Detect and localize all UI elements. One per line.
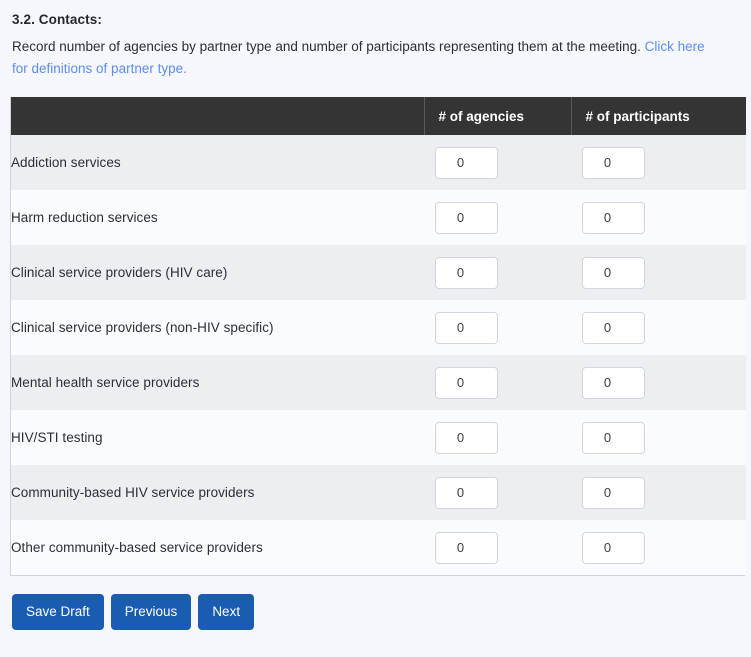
column-header-participants: # of participants bbox=[571, 97, 746, 135]
participants-input[interactable] bbox=[582, 531, 645, 564]
agencies-input[interactable] bbox=[435, 476, 498, 509]
row-label: Other community-based service providers bbox=[11, 540, 263, 555]
agencies-cell bbox=[424, 245, 571, 300]
participants-cell bbox=[571, 355, 746, 410]
form-page: 3.2. Contacts: Record number of agencies… bbox=[0, 0, 751, 657]
agencies-cell bbox=[424, 520, 571, 575]
participants-cell bbox=[571, 410, 746, 465]
agencies-input[interactable] bbox=[435, 421, 498, 454]
column-header-partner-type bbox=[11, 97, 425, 135]
participants-input[interactable] bbox=[582, 421, 645, 454]
agencies-input[interactable] bbox=[435, 531, 498, 564]
table-row: Harm reduction services bbox=[11, 190, 746, 245]
next-button[interactable]: Next bbox=[198, 594, 255, 630]
agencies-input[interactable] bbox=[435, 256, 498, 289]
agencies-input[interactable] bbox=[435, 366, 498, 399]
contacts-table: # of agencies # of participants Addictio… bbox=[11, 97, 746, 575]
save-draft-button[interactable]: Save Draft bbox=[12, 594, 104, 630]
agencies-input[interactable] bbox=[435, 146, 498, 179]
agencies-cell bbox=[424, 135, 571, 190]
participants-input[interactable] bbox=[582, 256, 645, 289]
table-row: Other community-based service providers bbox=[11, 520, 746, 575]
participants-cell bbox=[571, 190, 746, 245]
description-text: Record number of agencies by partner typ… bbox=[12, 39, 645, 54]
participants-cell bbox=[571, 300, 746, 355]
agencies-input[interactable] bbox=[435, 311, 498, 344]
row-label: Clinical service providers (non-HIV spec… bbox=[11, 320, 274, 335]
row-label: Harm reduction services bbox=[11, 210, 158, 225]
participants-cell bbox=[571, 465, 746, 520]
form-actions: Save Draft Previous Next bbox=[12, 594, 751, 630]
page-title: 3.2. Contacts: bbox=[12, 12, 102, 27]
participants-input[interactable] bbox=[582, 201, 645, 234]
table-row: HIV/STI testing bbox=[11, 410, 746, 465]
agencies-cell bbox=[424, 355, 571, 410]
row-label: Addiction services bbox=[11, 155, 121, 170]
row-label: Community-based HIV service providers bbox=[11, 485, 255, 500]
table-row: Mental health service providers bbox=[11, 355, 746, 410]
participants-input[interactable] bbox=[582, 311, 645, 344]
participants-cell bbox=[571, 245, 746, 300]
table-header-row: # of agencies # of participants bbox=[11, 97, 746, 135]
table-body: Addiction services Harm reduction servic… bbox=[11, 135, 746, 575]
table-row: Community-based HIV service providers bbox=[11, 465, 746, 520]
previous-button[interactable]: Previous bbox=[110, 594, 192, 630]
table-row: Clinical service providers (non-HIV spec… bbox=[11, 300, 746, 355]
table-header: # of agencies # of participants bbox=[11, 97, 746, 135]
participants-input[interactable] bbox=[582, 366, 645, 399]
table-row: Clinical service providers (HIV care) bbox=[11, 245, 746, 300]
agencies-cell bbox=[424, 190, 571, 245]
agencies-cell bbox=[424, 465, 571, 520]
participants-cell bbox=[571, 520, 746, 575]
table-row: Addiction services bbox=[11, 135, 746, 190]
column-header-agencies: # of agencies bbox=[424, 97, 572, 135]
participants-input[interactable] bbox=[582, 146, 645, 179]
participants-input[interactable] bbox=[582, 476, 645, 509]
participants-cell bbox=[571, 135, 746, 190]
row-label: HIV/STI testing bbox=[11, 430, 103, 445]
agencies-input[interactable] bbox=[435, 201, 498, 234]
row-label: Clinical service providers (HIV care) bbox=[11, 265, 228, 280]
row-label: Mental health service providers bbox=[11, 375, 200, 390]
agencies-cell bbox=[424, 300, 571, 355]
contacts-table-container: # of agencies # of participants Addictio… bbox=[10, 97, 746, 576]
agencies-cell bbox=[424, 410, 571, 465]
section-description: Record number of agencies by partner typ… bbox=[0, 27, 727, 80]
